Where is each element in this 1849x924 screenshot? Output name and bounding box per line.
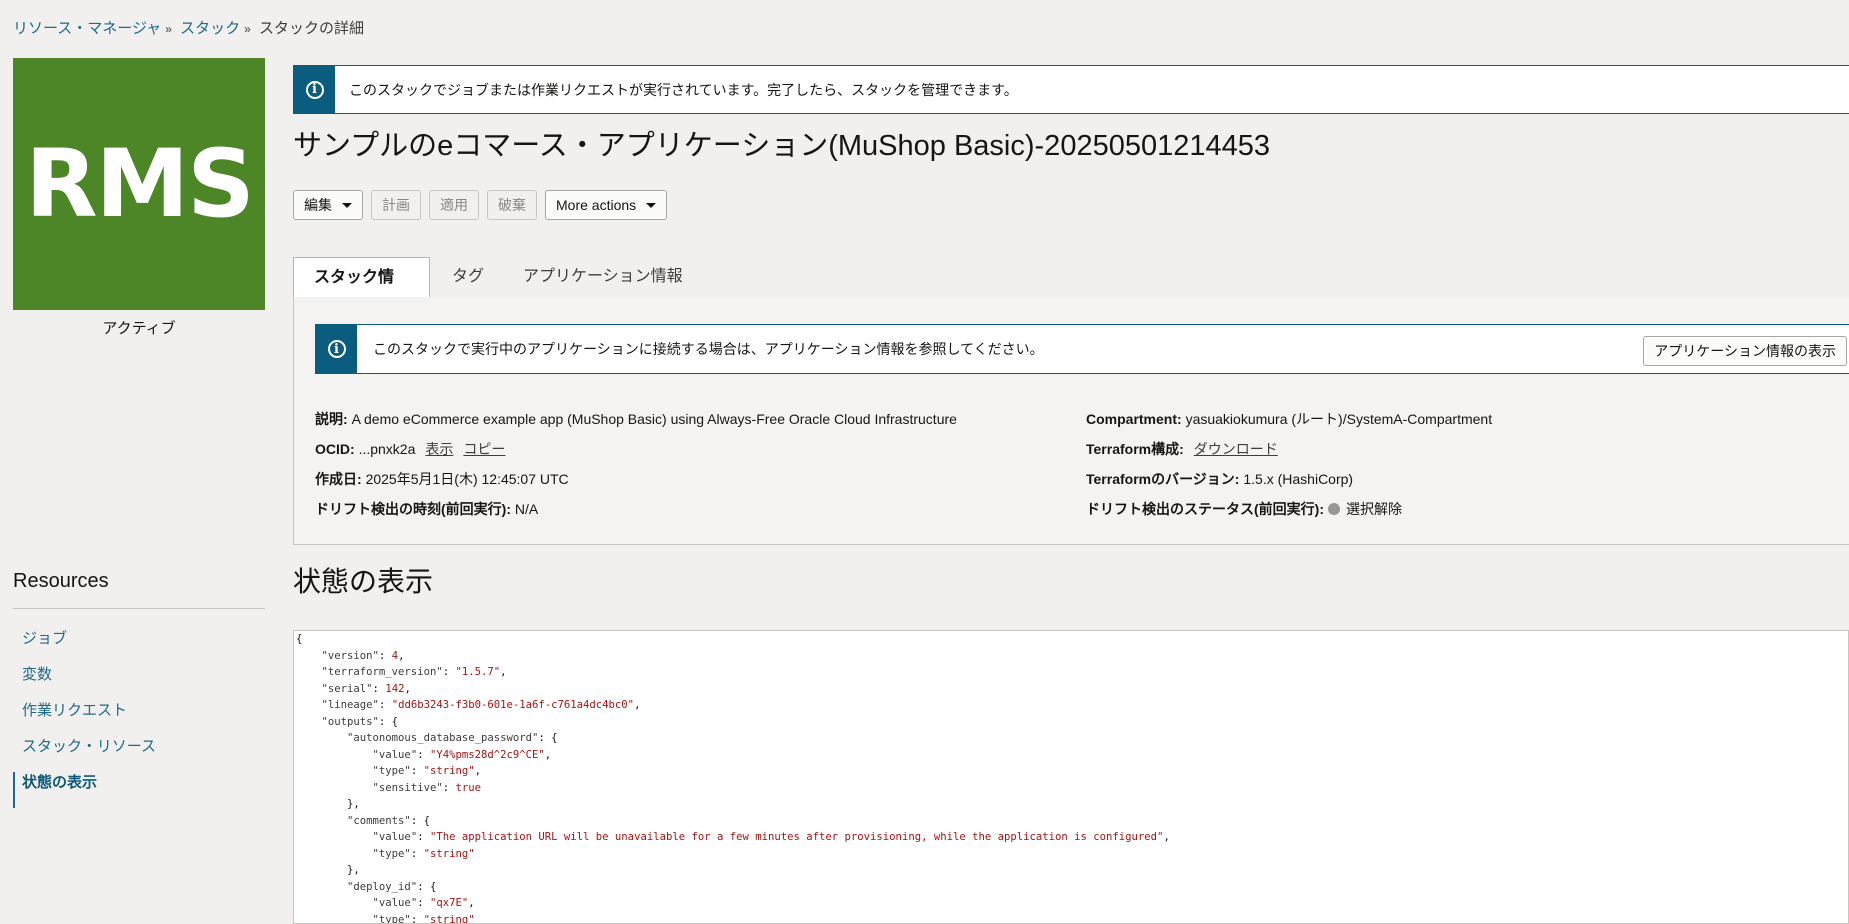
resource-item-work-requests[interactable]: 作業リクエスト — [13, 700, 265, 736]
state-json-line: "lineage": "dd6b3243-f3b0-601e-1a6f-c761… — [321, 699, 641, 711]
breadcrumb-current: スタックの詳細 — [258, 20, 364, 37]
stack-logo: RMS — [13, 58, 265, 310]
destroy-button[interactable]: 破棄 — [487, 190, 537, 220]
info-icon: i — [305, 80, 324, 99]
status-dot-icon — [1328, 503, 1340, 515]
show-app-info-button[interactable]: アプリケーション情報の表示 — [1643, 336, 1847, 366]
state-json-line: "serial": 142, — [321, 682, 411, 695]
state-json-line: "value": "Y4%pms28d^2c9^CE", — [372, 748, 552, 761]
resource-item-view-state[interactable]: 状態の表示 — [13, 772, 265, 808]
ocid-row: OCID: ...pnxk2a 表示 コピー — [315, 441, 506, 457]
caret-down-icon — [646, 202, 657, 208]
stack-info-panel: i このスタックで実行中のアプリケーションに接続する場合は、アプリケーション情報… — [293, 297, 1849, 545]
state-json-line: "outputs": { — [321, 715, 399, 728]
state-json-line: "comments": { — [347, 814, 430, 827]
banner-text: このスタックでジョブまたは作業リクエストが実行されています。完了したら、スタック… — [349, 81, 1018, 98]
stack-status: アクティブ — [102, 320, 176, 337]
plan-button[interactable]: 計画 — [371, 190, 421, 220]
resources-nav: ジョブ 変数 作業リクエスト スタック・リソース 状態の表示 — [13, 628, 265, 808]
app-info-banner: i このスタックで実行中のアプリケーションに接続する場合は、アプリケーション情報… — [315, 324, 1849, 374]
state-json-line: "version": 4, — [321, 649, 405, 662]
info-icon: i — [327, 340, 346, 358]
created-row: 作成日: 2025年5月1日(木) 12:45:07 UTC — [315, 471, 569, 487]
terraform-version-row: Terraformのバージョン: 1.5.x (HashiCorp) — [1086, 471, 1354, 487]
resource-item-stack-resources[interactable]: スタック・リソース — [13, 736, 265, 772]
breadcrumb-link-stacks[interactable]: スタック — [180, 20, 240, 37]
compartment-row: Compartment: yasuakiokumura (ルート)/System… — [1086, 411, 1493, 427]
state-json-viewer[interactable]: { "version": 4, "terraform_version": "1.… — [293, 630, 1849, 924]
state-json-line: "type": "string", — [372, 765, 482, 777]
caret-down-icon — [342, 202, 352, 208]
download-link[interactable]: ダウンロード — [1194, 441, 1278, 457]
ocid-show-link[interactable]: 表示 — [425, 441, 453, 457]
state-json-line: { — [296, 633, 303, 645]
apply-button[interactable]: 適用 — [429, 190, 479, 220]
state-json-line: }, — [296, 864, 360, 876]
state-json-line: "autonomous_database_password": { — [347, 732, 558, 744]
state-json-line: "sensitive": true — [372, 781, 481, 794]
state-json-line: }, — [296, 798, 360, 810]
state-json-line: "type": "string" — [372, 847, 475, 860]
state-json-line: "type": "string" — [372, 913, 475, 924]
resource-item-variables[interactable]: 変数 — [13, 664, 265, 700]
description-row: 説明: A demo eCommerce example app (MuShop… — [315, 411, 957, 427]
tab-application-info[interactable]: アプリケーション情報 — [523, 257, 683, 297]
tab-stack-info[interactable]: スタック情報 — [293, 257, 430, 326]
resources-title: Resources — [13, 570, 109, 592]
resources-divider — [13, 608, 265, 609]
state-json-line: "terraform_version": "1.5.7", — [321, 666, 507, 678]
more-actions-button[interactable]: More actions — [545, 190, 668, 220]
breadcrumb-link-resource-manager[interactable]: リソース・マネージャ — [13, 20, 161, 37]
drift-time-row: ドリフト検出の時刻(前回実行): N/A — [315, 501, 539, 517]
edit-button[interactable]: 編集 — [293, 190, 363, 220]
state-json-line: "value": "The application URL will be un… — [372, 831, 1170, 843]
tab-tags[interactable]: タグ — [452, 257, 484, 297]
detail-tabs: スタック情報 タグ アプリケーション情報 — [293, 257, 1849, 326]
state-json-line: "deploy_id": { — [347, 880, 437, 893]
drift-status-row: ドリフト検出のステータス(前回実行): 選択解除 — [1086, 501, 1402, 517]
job-running-banner: i このスタックでジョブまたは作業リクエストが実行されています。完了したら、スタ… — [293, 65, 1849, 114]
breadcrumb: リソース・マネージャ» スタック» スタックの詳細 — [13, 20, 364, 37]
resource-item-jobs[interactable]: ジョブ — [13, 628, 265, 664]
ocid-copy-link[interactable]: コピー — [463, 441, 505, 457]
terraform-config-row: Terraform構成: ダウンロード — [1086, 441, 1278, 457]
page-title: サンプルのeコマース・アプリケーション(MuShop Basic)-202505… — [293, 130, 1270, 162]
action-bar: 編集 計画 適用 破棄 More actions — [293, 190, 668, 220]
app-info-banner-text: このスタックで実行中のアプリケーションに接続する場合は、アプリケーション情報を参… — [373, 341, 1044, 357]
state-json-line: "value": "qx7E", — [372, 897, 475, 909]
state-title: 状態の表示 — [293, 566, 434, 597]
